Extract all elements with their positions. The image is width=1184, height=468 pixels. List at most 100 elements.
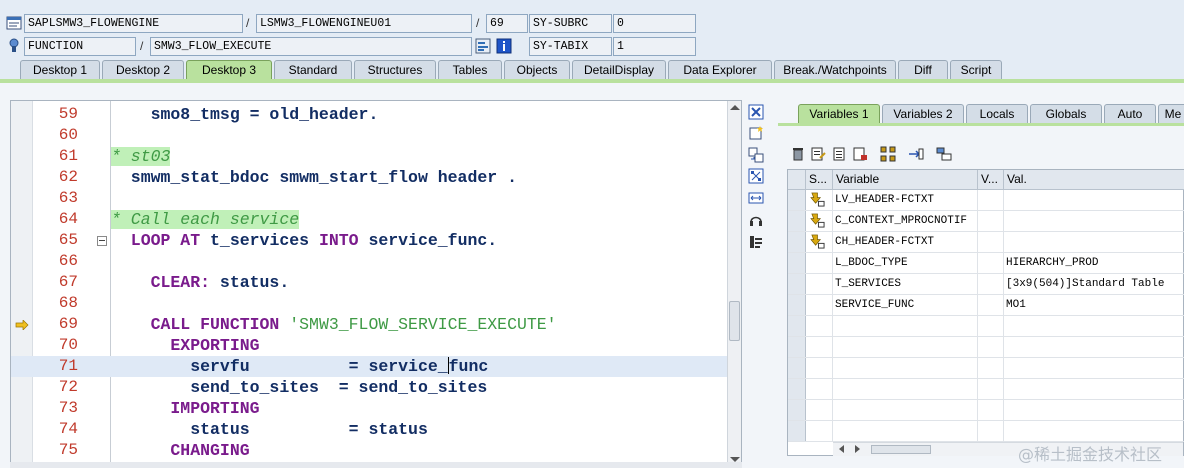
- code-line[interactable]: 68: [11, 293, 727, 314]
- display-source-icon[interactable]: [475, 38, 491, 54]
- variable-name[interactable]: [833, 421, 978, 441]
- variable-value[interactable]: [1004, 358, 1184, 378]
- source-editor[interactable]: 59 smo8_tmsg = old_header. 60 61 * st03 62 s…: [10, 100, 742, 468]
- code-line[interactable]: 75 CHANGING: [11, 440, 727, 461]
- column-header-value[interactable]: Val.: [1004, 170, 1184, 190]
- row-selector[interactable]: [788, 190, 806, 210]
- tab-data-explorer[interactable]: Data Explorer: [668, 60, 772, 80]
- code-line[interactable]: 59 smo8_tmsg = old_header.: [11, 104, 727, 125]
- row-selector[interactable]: [788, 316, 806, 336]
- variable-name[interactable]: [833, 400, 978, 420]
- headset-icon[interactable]: [748, 212, 764, 228]
- code-line[interactable]: 74 status = status: [11, 419, 727, 440]
- variable-name[interactable]: C_CONTEXT_MPROCNOTIF: [833, 211, 978, 231]
- close-icon[interactable]: [748, 104, 764, 120]
- variable-value[interactable]: [1004, 379, 1184, 399]
- new-tool-icon[interactable]: [748, 125, 764, 141]
- variables-table[interactable]: S... Variable V... Val. LV_HEADER-FCTXT C…: [787, 169, 1184, 456]
- tool-settings-icon[interactable]: [748, 234, 764, 250]
- editor-vertical-scrollbar[interactable]: [727, 101, 741, 467]
- tab-script[interactable]: Script: [950, 60, 1002, 80]
- variable-row[interactable]: [788, 358, 1184, 379]
- include-field[interactable]: LSMW3_FLOWENGINEU01: [256, 14, 472, 33]
- scroll-left-arrow[interactable]: [839, 445, 844, 453]
- tabix-value[interactable]: 1: [613, 37, 696, 56]
- row-selector[interactable]: [788, 295, 806, 315]
- tab-globals[interactable]: Globals: [1030, 104, 1102, 124]
- variable-value[interactable]: [1004, 421, 1184, 441]
- scroll-right-arrow[interactable]: [855, 445, 860, 453]
- column-header-variable[interactable]: Variable: [833, 170, 978, 190]
- variable-value[interactable]: HIERARCHY_PROD: [1004, 253, 1184, 273]
- hierarchy-icon[interactable]: [880, 146, 896, 162]
- variable-row[interactable]: SERVICE_FUNC MO1: [788, 295, 1184, 316]
- change-icon[interactable]: [810, 146, 826, 162]
- program-field[interactable]: SAPLSMW3_FLOWENGINE: [24, 14, 243, 33]
- resize-icon[interactable]: [748, 190, 764, 206]
- variable-value[interactable]: [1004, 211, 1184, 231]
- display-list-icon[interactable]: [832, 146, 848, 162]
- event-name-field[interactable]: SMW3_FLOW_EXECUTE: [150, 37, 472, 56]
- variable-value[interactable]: [1004, 337, 1184, 357]
- code-line[interactable]: 73 IMPORTING: [11, 398, 727, 419]
- maximize-icon[interactable]: [748, 168, 764, 184]
- column-header-v[interactable]: V...: [978, 170, 1004, 190]
- variable-value[interactable]: MO1: [1004, 295, 1184, 315]
- editor-horizontal-scrollbar[interactable]: [10, 462, 742, 468]
- variable-row[interactable]: LV_HEADER-FCTXT: [788, 190, 1184, 211]
- variable-row[interactable]: [788, 400, 1184, 421]
- code-line[interactable]: 70 EXPORTING: [11, 335, 727, 356]
- tab-desktop-1[interactable]: Desktop 1: [20, 60, 100, 80]
- line-field[interactable]: 69: [486, 14, 528, 33]
- tab-standard[interactable]: Standard: [274, 60, 352, 80]
- tab-detaildisplay[interactable]: DetailDisplay: [572, 60, 666, 80]
- row-selector[interactable]: [788, 232, 806, 252]
- code-line[interactable]: 71 servfu = service_func: [11, 356, 727, 377]
- variable-name[interactable]: [833, 337, 978, 357]
- tab-auto[interactable]: Auto: [1104, 104, 1156, 124]
- variable-name[interactable]: L_BDOC_TYPE: [833, 253, 978, 273]
- row-selector[interactable]: [788, 379, 806, 399]
- code-line[interactable]: 61 * st03: [11, 146, 727, 167]
- delete-icon[interactable]: [790, 146, 806, 162]
- code-line[interactable]: 64 * Call each service: [11, 209, 727, 230]
- tab-break-watchpoints[interactable]: Break./Watchpoints: [774, 60, 896, 80]
- scroll-thumb[interactable]: [729, 301, 740, 341]
- variable-row[interactable]: [788, 337, 1184, 358]
- save-icon[interactable]: [852, 146, 868, 162]
- variable-name[interactable]: [833, 316, 978, 336]
- variable-row[interactable]: [788, 421, 1184, 442]
- code-line[interactable]: 72 send_to_sites = send_to_sites: [11, 377, 727, 398]
- column-header-s[interactable]: S...: [806, 170, 833, 190]
- variable-value[interactable]: [1004, 316, 1184, 336]
- row-selector[interactable]: [788, 421, 806, 441]
- fold-toggle[interactable]: [97, 236, 107, 246]
- info-icon[interactable]: [496, 38, 512, 54]
- tab-desktop-3[interactable]: Desktop 3: [186, 60, 272, 80]
- row-selector[interactable]: [788, 211, 806, 231]
- code-line[interactable]: 65 LOOP AT t_services INTO service_func.: [11, 230, 727, 251]
- code-line[interactable]: 69 CALL FUNCTION 'SMW3_FLOW_SERVICE_EXEC…: [11, 314, 727, 335]
- tab-objects[interactable]: Objects: [504, 60, 570, 80]
- variable-name[interactable]: [833, 379, 978, 399]
- tab-variables-1[interactable]: Variables 1: [798, 104, 880, 124]
- structure-icon[interactable]: [936, 146, 952, 162]
- variable-value[interactable]: [1004, 232, 1184, 252]
- code-line[interactable]: 67 CLEAR: status.: [11, 272, 727, 293]
- tab-diff[interactable]: Diff: [898, 60, 948, 80]
- code-line[interactable]: 66: [11, 251, 727, 272]
- variable-name[interactable]: LV_HEADER-FCTXT: [833, 190, 978, 210]
- variable-value[interactable]: [1004, 400, 1184, 420]
- variable-value[interactable]: [1004, 190, 1184, 210]
- row-selector[interactable]: [788, 337, 806, 357]
- subrc-value[interactable]: 0: [613, 14, 696, 33]
- row-selector[interactable]: [788, 358, 806, 378]
- variable-row[interactable]: [788, 316, 1184, 337]
- event-type-field[interactable]: FUNCTION: [24, 37, 136, 56]
- tab-me[interactable]: Me: [1158, 104, 1184, 124]
- code-line[interactable]: 62 smwm_stat_bdoc smwm_start_flow header…: [11, 167, 727, 188]
- variable-row[interactable]: C_CONTEXT_MPROCNOTIF: [788, 211, 1184, 232]
- row-selector[interactable]: [788, 274, 806, 294]
- tab-desktop-2[interactable]: Desktop 2: [102, 60, 184, 80]
- variable-row[interactable]: [788, 379, 1184, 400]
